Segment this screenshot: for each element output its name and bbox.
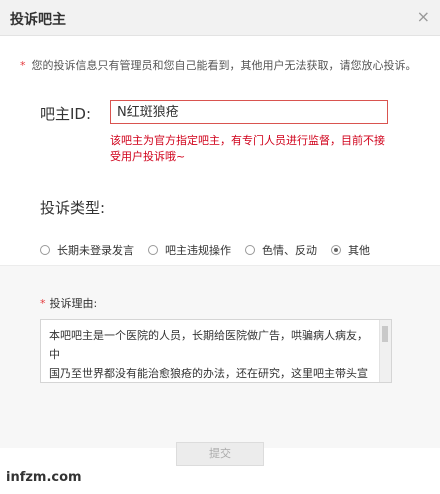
dialog-titlebar: 投诉吧主 × xyxy=(0,0,440,36)
radio-button-icon[interactable] xyxy=(40,245,50,255)
complaint-type-label: 投诉类型: xyxy=(40,199,106,217)
privacy-notice: * 您的投诉信息只有管理员和您自己能看到，其他用户无法获取，请您放心投诉。 xyxy=(20,57,430,73)
reason-label: * 投诉理由: xyxy=(40,295,97,311)
reason-panel: * 投诉理由: 本吧吧主是一个医院的人员，长期给医院做广告，哄骗病人病友，中 国乃… xyxy=(0,265,440,448)
radio-option-label: 吧主违规操作 xyxy=(165,244,231,257)
radio-option-porn-reactionary[interactable]: 色情、反动 xyxy=(245,242,317,258)
required-star: * xyxy=(40,297,46,310)
submit-button[interactable]: 提交 xyxy=(176,442,264,466)
radio-option-label: 长期未登录发言 xyxy=(57,244,134,257)
source-watermark: infzm.com xyxy=(6,470,82,485)
reason-textarea[interactable]: 本吧吧主是一个医院的人员，长期给医院做广告，哄骗病人病友，中 国乃至世界都没有能… xyxy=(40,319,392,383)
required-star: * xyxy=(20,59,26,72)
radio-button-icon[interactable] xyxy=(245,245,255,255)
complaint-dialog: 投诉吧主 × * 您的投诉信息只有管理员和您自己能看到，其他用户无法获取，请您放心… xyxy=(0,0,440,494)
bar-owner-id-input[interactable]: N红斑狼疮 xyxy=(110,100,388,124)
radio-option-owner-violation[interactable]: 吧主违规操作 xyxy=(148,242,231,258)
dialog-title: 投诉吧主 xyxy=(10,12,66,28)
reason-text: 本吧吧主是一个医院的人员，长期给医院做广告，哄骗病人病友，中 国乃至世界都没有能… xyxy=(49,329,368,380)
radio-button-selected-icon[interactable] xyxy=(331,245,341,255)
radio-option-label: 其他 xyxy=(348,244,370,257)
bar-owner-error-message: 该吧主为官方指定吧主，有专门人员进行监督，目前不接受用户投诉哦~ xyxy=(110,134,385,163)
radio-button-icon[interactable] xyxy=(148,245,158,255)
scrollbar-thumb[interactable] xyxy=(382,326,388,342)
privacy-notice-text: 您的投诉信息只有管理员和您自己能看到，其他用户无法获取，请您放心投诉。 xyxy=(31,59,417,72)
radio-option-other[interactable]: 其他 xyxy=(331,242,370,258)
reason-label-text: 投诉理由: xyxy=(49,297,98,310)
radio-option-label: 色情、反动 xyxy=(262,244,317,257)
radio-option-long-inactive[interactable]: 长期未登录发言 xyxy=(40,242,134,258)
close-icon[interactable]: × xyxy=(417,7,430,26)
reason-scrollbar[interactable] xyxy=(379,320,391,382)
complaint-type-radio-group: 长期未登录发言 吧主违规操作 色情、反动 其他 xyxy=(40,242,370,258)
bar-owner-id-label: 吧主ID: xyxy=(40,105,92,123)
